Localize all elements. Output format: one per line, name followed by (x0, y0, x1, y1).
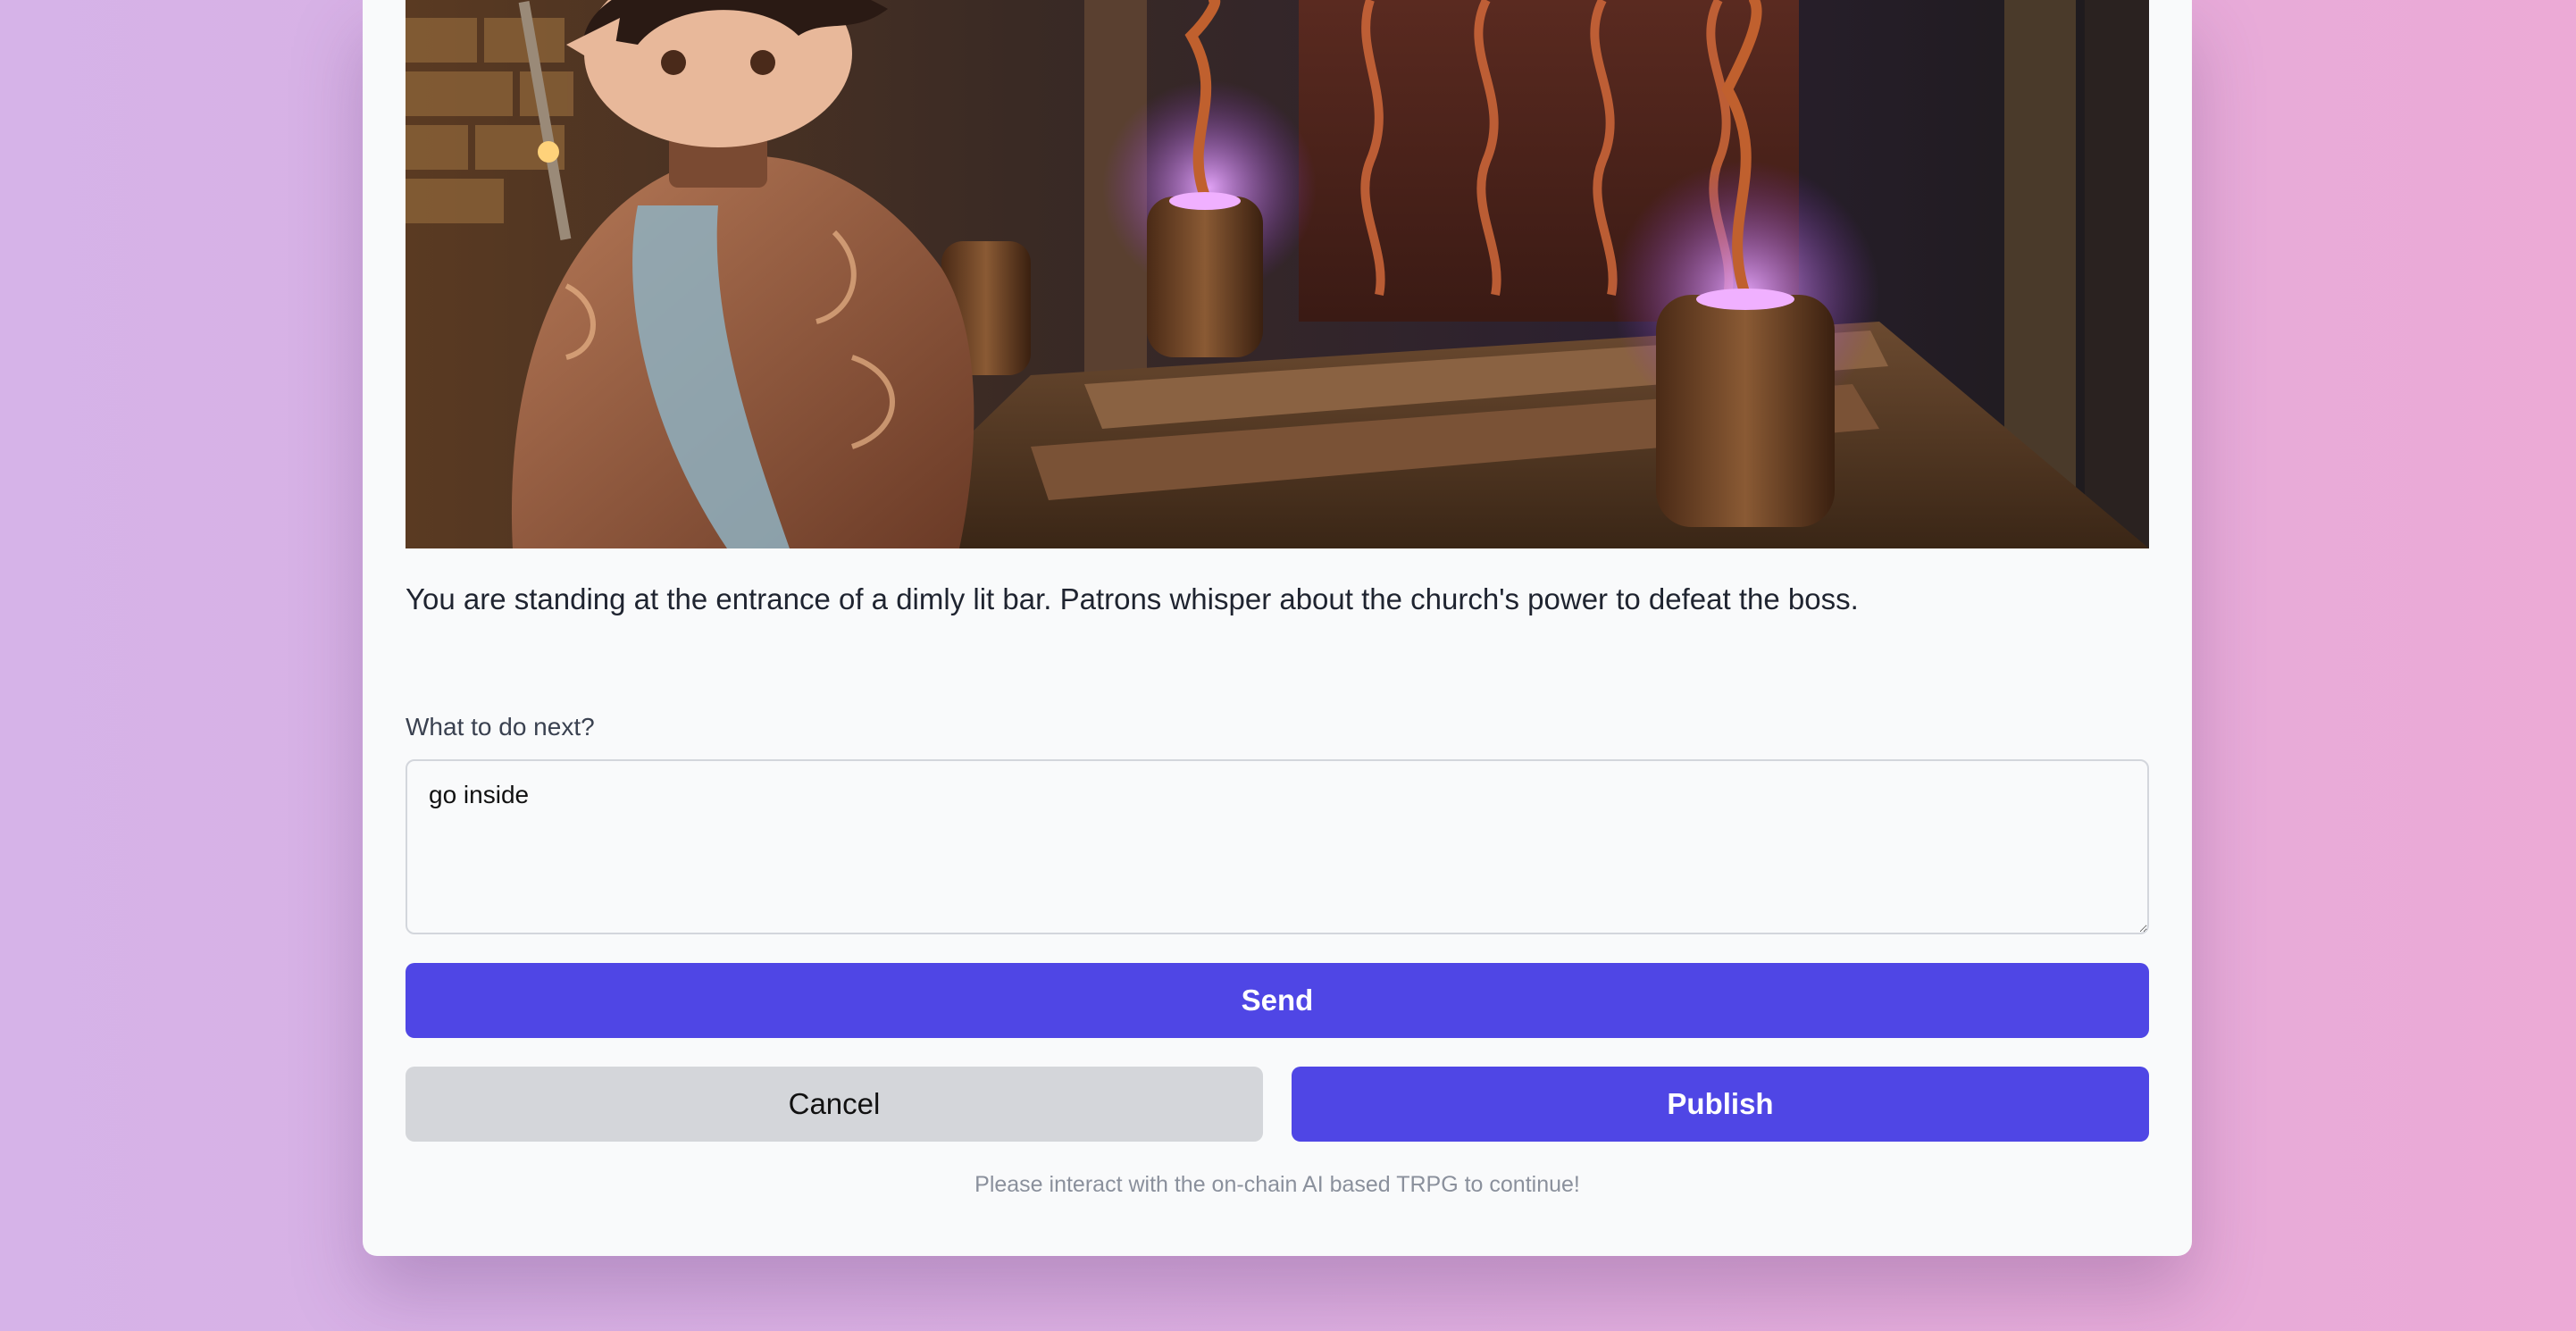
action-input[interactable]: go inside (406, 759, 2149, 934)
publish-button[interactable]: Publish (1292, 1067, 2149, 1142)
cancel-button[interactable]: Cancel (406, 1067, 1263, 1142)
story-text: You are standing at the entrance of a di… (406, 582, 1859, 615)
game-card: You are standing at the entrance of a di… (363, 0, 2192, 1256)
scene-image (406, 0, 2149, 548)
footer-note: Please interact with the on-chain AI bas… (974, 1172, 1580, 1197)
send-button[interactable]: Send (406, 963, 2149, 1038)
action-prompt-label: What to do next? (406, 713, 595, 741)
scene-illustration (406, 0, 2149, 548)
